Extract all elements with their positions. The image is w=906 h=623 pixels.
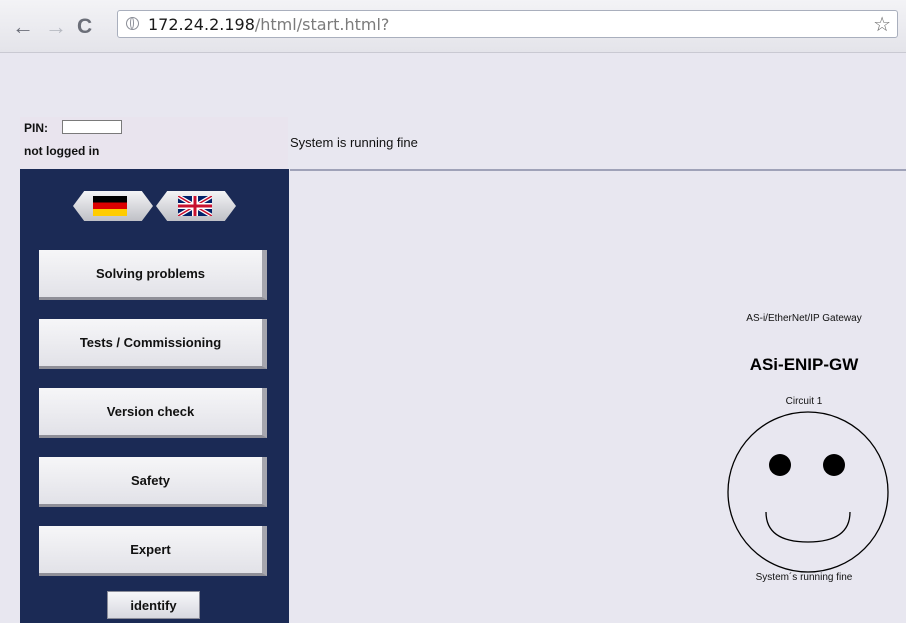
url-host: 172.24.2.198 xyxy=(148,15,255,34)
back-arrow-icon[interactable]: ← xyxy=(12,16,34,38)
login-status: not logged in xyxy=(24,144,100,158)
system-status-text: System is running fine xyxy=(290,135,418,150)
reload-icon[interactable]: C xyxy=(77,16,92,38)
gateway-title: ASi-ENIP-GW xyxy=(749,355,859,374)
safety-button[interactable]: Safety xyxy=(39,457,267,507)
language-german-button[interactable] xyxy=(73,191,153,221)
globe-icon xyxy=(126,17,139,30)
tests-commissioning-button[interactable]: Tests / Commissioning xyxy=(39,319,267,369)
pin-label: PIN: xyxy=(24,121,48,135)
url-text[interactable]: 172.24.2.198/html/start.html? xyxy=(148,15,389,34)
german-flag-icon xyxy=(93,196,127,216)
circuit-label: Circuit 1 xyxy=(785,396,823,407)
solving-problems-button[interactable]: Solving problems xyxy=(39,250,267,300)
url-path: /html/start.html? xyxy=(254,15,390,34)
identify-button[interactable]: identify xyxy=(107,591,200,619)
uk-flag-icon xyxy=(178,196,212,216)
expert-button[interactable]: Expert xyxy=(39,526,267,576)
login-panel: PIN: not logged in xyxy=(20,117,288,169)
smiley-status-icon xyxy=(727,411,889,573)
pin-input[interactable] xyxy=(62,120,122,134)
gateway-subtitle: AS-i/EtherNet/IP Gateway xyxy=(746,313,862,324)
address-bar[interactable]: 172.24.2.198/html/start.html? ☆ xyxy=(117,10,898,38)
browser-toolbar: ← → C 172.24.2.198/html/start.html? ☆ xyxy=(0,0,906,53)
bookmark-star-icon[interactable]: ☆ xyxy=(873,12,891,37)
language-english-button[interactable] xyxy=(156,191,236,221)
system-running-caption: System´s running fine xyxy=(755,572,853,583)
version-check-button[interactable]: Version check xyxy=(39,388,267,438)
forward-arrow-icon[interactable]: → xyxy=(45,16,67,38)
header-divider xyxy=(290,169,906,171)
